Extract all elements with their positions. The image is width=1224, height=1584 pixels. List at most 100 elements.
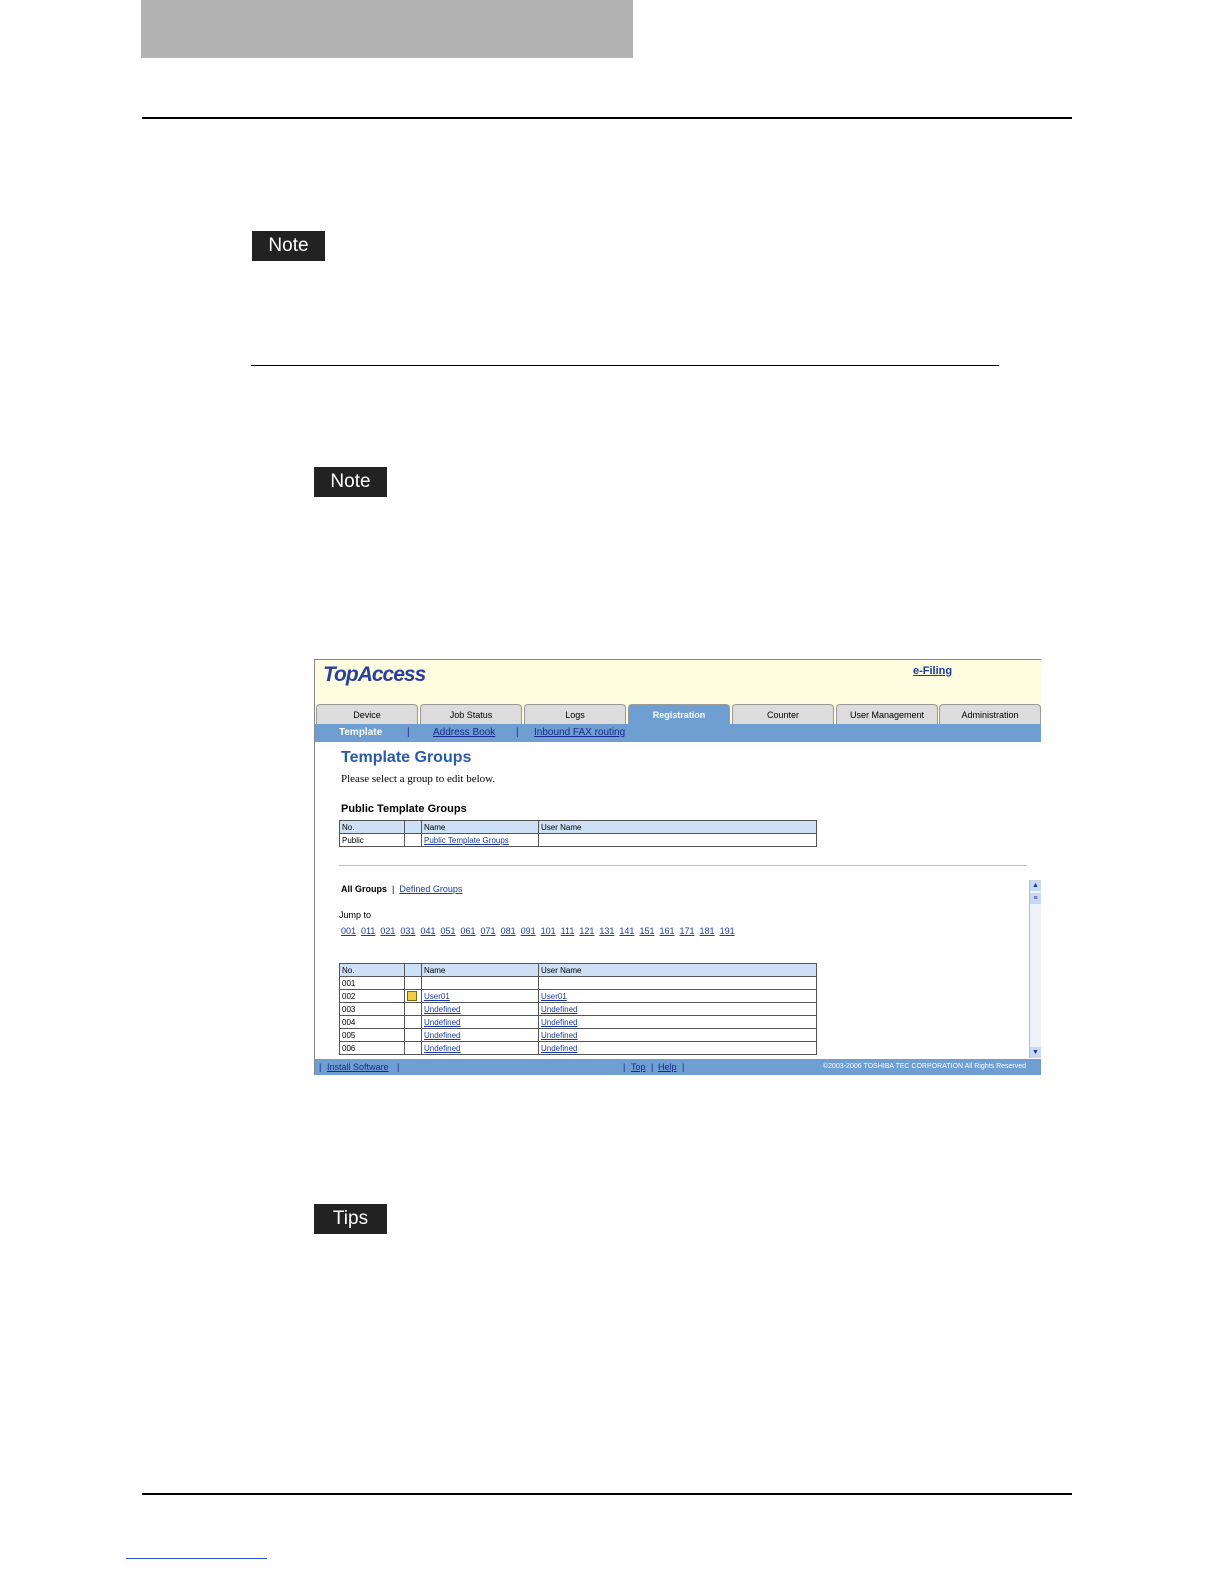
jump-link[interactable]: 051 xyxy=(440,926,455,936)
tab-registration[interactable]: Registration xyxy=(628,704,730,724)
page-title: Template Groups xyxy=(341,749,472,766)
table-row: 006 Undefined Undefined xyxy=(339,1041,817,1055)
jump-link[interactable]: 081 xyxy=(501,926,516,936)
subnav-separator: | xyxy=(516,727,519,738)
row-lock xyxy=(404,1015,422,1029)
row-user-link[interactable]: User01 xyxy=(538,989,817,1003)
row-user-link[interactable]: Undefined xyxy=(538,1041,817,1055)
row-name-link[interactable]: Undefined xyxy=(421,1002,539,1016)
vertical-scrollbar[interactable]: ▲ ≡ ▼ xyxy=(1029,880,1041,1058)
top-rule xyxy=(142,117,1072,119)
app-header: TopAccess e-Filing xyxy=(315,660,1041,702)
row-name-link[interactable]: Public Template Groups xyxy=(421,833,539,847)
jump-link[interactable]: 101 xyxy=(541,926,556,936)
table-row: 003 Undefined Undefined xyxy=(339,1002,817,1016)
bottom-separator: | xyxy=(397,1062,400,1072)
row-no: 004 xyxy=(339,1015,405,1029)
row-name-link[interactable]: Undefined xyxy=(421,1015,539,1029)
groups-table: No. Name User Name 001 002 User01 User01… xyxy=(339,963,817,1055)
bottom-separator: | xyxy=(682,1062,685,1072)
col-no: No. xyxy=(339,963,405,977)
filter-all-groups[interactable]: All Groups xyxy=(341,884,387,894)
lock-icon xyxy=(407,991,417,1001)
jump-link[interactable]: 131 xyxy=(599,926,614,936)
page-subtitle: Please select a group to edit below. xyxy=(341,773,496,785)
section-rule xyxy=(251,365,999,366)
tab-user-management[interactable]: User Management xyxy=(836,704,938,724)
col-name: Name xyxy=(421,820,539,834)
row-no: 003 xyxy=(339,1002,405,1016)
tab-administration[interactable]: Administration xyxy=(939,704,1041,724)
row-lock xyxy=(404,833,422,847)
efiling-link[interactable]: e-Filing xyxy=(913,665,952,677)
jump-link[interactable]: 001 xyxy=(341,926,356,936)
jump-link[interactable]: 111 xyxy=(561,926,575,936)
jump-link[interactable]: 061 xyxy=(461,926,476,936)
public-section-title: Public Template Groups xyxy=(341,803,467,815)
note-label: Note xyxy=(252,231,325,261)
row-user-link[interactable] xyxy=(538,976,817,990)
jump-link[interactable]: 031 xyxy=(400,926,415,936)
subnav-template[interactable]: Template xyxy=(339,727,382,738)
row-user-link[interactable]: Undefined xyxy=(538,1015,817,1029)
help-link[interactable]: Help xyxy=(658,1062,677,1072)
jump-link[interactable]: 191 xyxy=(720,926,735,936)
jump-link[interactable]: 141 xyxy=(619,926,634,936)
footer-link-underline[interactable] xyxy=(126,1558,267,1559)
row-user-link[interactable]: Undefined xyxy=(538,1028,817,1042)
tab-job-status[interactable]: Job Status xyxy=(420,704,522,724)
subnav-separator: | xyxy=(407,727,410,738)
row-no: 006 xyxy=(339,1041,405,1055)
jump-link[interactable]: 151 xyxy=(639,926,654,936)
table-row: 005 Undefined Undefined xyxy=(339,1028,817,1042)
jump-link[interactable]: 021 xyxy=(380,926,395,936)
row-name-link[interactable] xyxy=(421,976,539,990)
row-name-link[interactable]: Undefined xyxy=(421,1028,539,1042)
top-link[interactable]: Top xyxy=(631,1062,646,1072)
jump-link[interactable]: 041 xyxy=(420,926,435,936)
group-filter: All Groups | Defined Groups xyxy=(341,884,462,894)
bottom-separator: | xyxy=(651,1062,654,1072)
table-row: 001 xyxy=(339,976,817,990)
row-no: 001 xyxy=(339,976,405,990)
col-lock xyxy=(404,820,422,834)
col-user-name: User Name xyxy=(538,963,817,977)
row-user-link[interactable]: Undefined xyxy=(538,1002,817,1016)
scroll-up-icon[interactable]: ▲ xyxy=(1030,880,1041,891)
sub-navigation: Template | Address Book | Inbound FAX ro… xyxy=(315,724,1041,742)
jump-to-label: Jump to xyxy=(339,910,372,920)
row-lock xyxy=(404,1041,422,1055)
tab-logs[interactable]: Logs xyxy=(524,704,626,724)
subnav-address-book[interactable]: Address Book xyxy=(433,727,495,738)
jump-link[interactable]: 121 xyxy=(579,926,594,936)
jump-link[interactable]: 091 xyxy=(521,926,536,936)
row-no: 002 xyxy=(339,989,405,1003)
filter-defined-groups[interactable]: Defined Groups xyxy=(399,884,462,894)
scroll-down-icon[interactable]: ▼ xyxy=(1030,1047,1041,1058)
main-tabs: Device Job Status Logs Registration Coun… xyxy=(315,702,1041,724)
filter-separator: | xyxy=(392,884,395,894)
row-user xyxy=(538,833,817,847)
row-lock xyxy=(404,976,422,990)
scroll-thumb[interactable]: ≡ xyxy=(1030,893,1041,904)
table-header-row: No. Name User Name xyxy=(339,963,817,977)
col-no: No. xyxy=(339,820,405,834)
col-user-name: User Name xyxy=(538,820,817,834)
jump-link[interactable]: 181 xyxy=(700,926,715,936)
install-software-link[interactable]: Install Software xyxy=(327,1062,389,1072)
subnav-inbound-fax-routing[interactable]: Inbound FAX routing xyxy=(534,727,625,738)
tab-device[interactable]: Device xyxy=(316,704,418,724)
topaccess-logo: TopAccess xyxy=(323,663,426,686)
jump-link[interactable]: 161 xyxy=(659,926,674,936)
row-lock xyxy=(404,1002,422,1016)
header-bar xyxy=(141,0,633,58)
bottom-separator: | xyxy=(319,1062,322,1072)
jump-link[interactable]: 171 xyxy=(680,926,695,936)
jump-link[interactable]: 071 xyxy=(481,926,496,936)
row-name-link[interactable]: Undefined xyxy=(421,1041,539,1055)
tab-counter[interactable]: Counter xyxy=(732,704,834,724)
row-name-link[interactable]: User01 xyxy=(421,989,539,1003)
table-row: 004 Undefined Undefined xyxy=(339,1015,817,1029)
jump-link[interactable]: 011 xyxy=(361,926,375,936)
jump-links: 001 011 021 031 041 051 061 071 081 091 101 111 121 1… xyxy=(341,926,740,936)
